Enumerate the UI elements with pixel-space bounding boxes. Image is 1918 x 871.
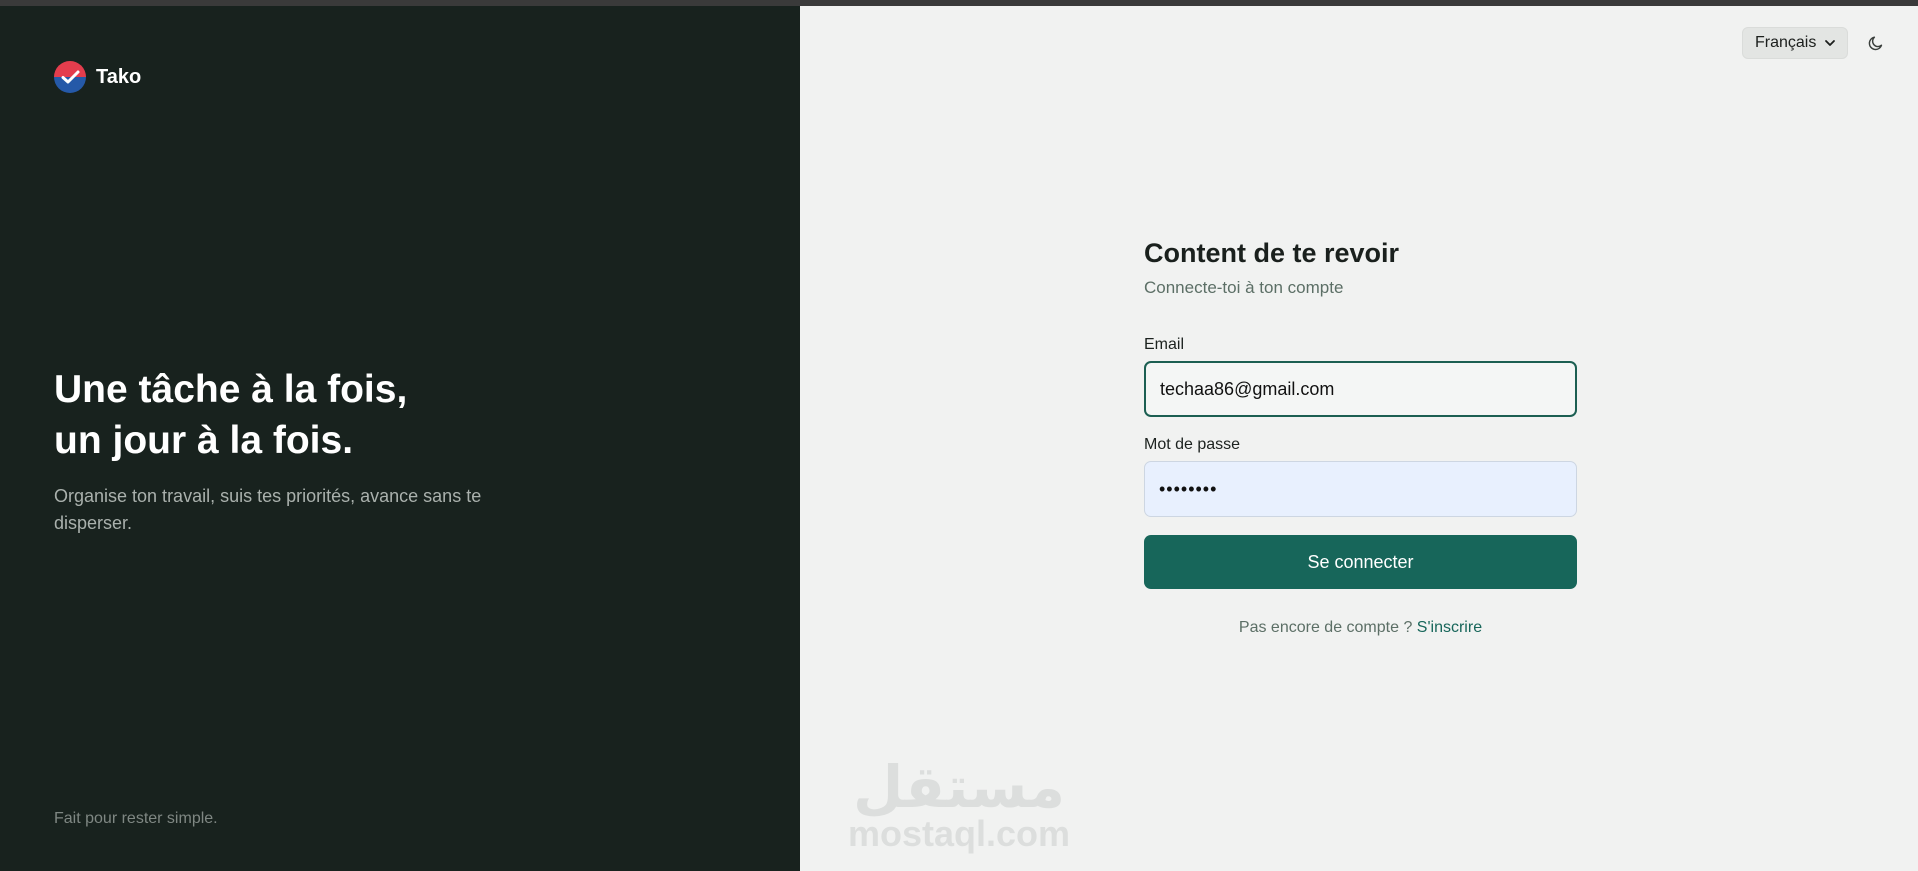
- login-form: Content de te revoir Connecte-toi à ton …: [1144, 236, 1577, 637]
- language-selected: Français: [1755, 34, 1817, 51]
- signup-row: Pas encore de compte ? S'inscrire: [1144, 619, 1577, 637]
- hero-headline: Une tâche à la fois, un jour à la fois.: [54, 364, 654, 466]
- theme-toggle-button[interactable]: [1862, 29, 1890, 57]
- email-input[interactable]: [1144, 361, 1577, 417]
- headline-line-1: Une tâche à la fois,: [54, 368, 408, 411]
- hero-panel: Tako Une tâche à la fois, un jour à la f…: [0, 6, 800, 871]
- brand-logo[interactable]: Tako: [54, 61, 141, 93]
- logo-check-icon: [54, 61, 86, 93]
- hero-tagline: Organise ton travail, suis tes priorités…: [54, 486, 482, 533]
- email-label: Email: [1144, 336, 1185, 353]
- language-select[interactable]: Français: [1742, 27, 1848, 59]
- password-input[interactable]: [1144, 461, 1577, 517]
- moon-icon: [1868, 36, 1883, 51]
- watermark-arabic: مستقل: [852, 753, 1066, 821]
- hero-footer: Fait pour rester simple.: [54, 810, 218, 827]
- password-label: Mot de passe: [1144, 436, 1241, 453]
- headline-line-2: un jour à la fois.: [54, 419, 354, 462]
- watermark-latin: mostaql.com: [847, 813, 1071, 854]
- login-title: Content de te revoir: [1144, 238, 1400, 268]
- chevron-down-icon: [1825, 40, 1835, 46]
- login-panel: Français Content de te revoir Connecte-t…: [800, 6, 1918, 871]
- signup-prompt: Pas encore de compte ?: [1238, 619, 1417, 636]
- login-button[interactable]: Se connecter: [1144, 535, 1577, 589]
- brand-name: Tako: [96, 65, 142, 88]
- signup-link[interactable]: S'inscrire: [1417, 619, 1482, 636]
- login-subtitle: Connecte-toi à ton compte: [1144, 278, 1344, 297]
- watermark-logo: مستقل mostaql.com: [844, 758, 1074, 852]
